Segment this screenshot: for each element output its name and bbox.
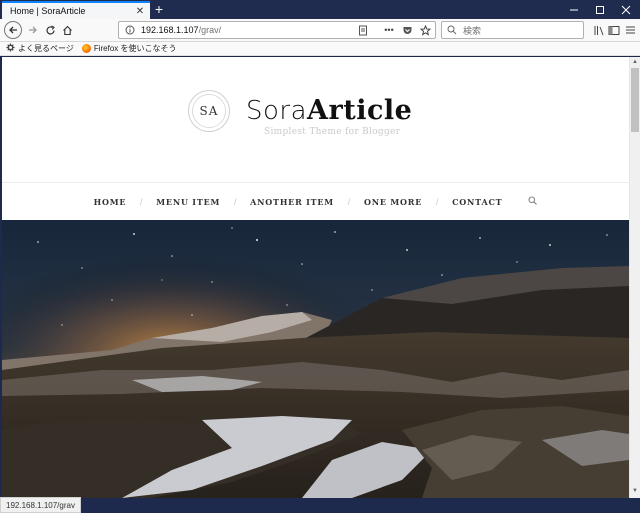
- site-name[interactable]: SoraArticle: [246, 95, 413, 127]
- page-scrollbar[interactable]: ▲ ▼: [629, 57, 640, 498]
- site-brand[interactable]: SA SoraArticle: [188, 90, 412, 132]
- menu-item-contact[interactable]: CONTACT: [452, 197, 502, 207]
- bookmark-most-visited[interactable]: よく見るページ: [6, 43, 74, 54]
- firefox-icon: [81, 44, 91, 53]
- url-path: /grav/: [198, 25, 222, 35]
- bookmark-label: Firefox を使いこなそう: [93, 44, 177, 53]
- url-host: 192.168.1.107: [141, 25, 199, 35]
- pocket-icon[interactable]: [399, 22, 415, 38]
- menu-separator: /: [435, 196, 439, 207]
- scroll-up-icon[interactable]: ▲: [630, 59, 640, 67]
- minimize-icon[interactable]: [561, 0, 587, 19]
- menu-item-one-more[interactable]: ONE MORE: [364, 197, 422, 207]
- menu-separator: /: [347, 196, 351, 207]
- forward-icon[interactable]: [25, 22, 41, 38]
- maximize-icon[interactable]: [587, 0, 613, 19]
- main-menu: HOME / MENU ITEM / ANOTHER ITEM / ONE MO…: [2, 182, 629, 220]
- menu-item-menu-item[interactable]: MENU ITEM: [156, 197, 220, 207]
- status-bar: 192.168.1.107/grav: [0, 497, 81, 513]
- menu-search-icon[interactable]: [528, 195, 538, 208]
- logo-text: SA: [199, 104, 219, 118]
- close-tab-icon[interactable]: ✕: [133, 4, 147, 18]
- library-icon[interactable]: [591, 22, 607, 38]
- search-placeholder: 検索: [463, 25, 482, 36]
- reader-view-icon[interactable]: [355, 22, 371, 38]
- menu-separator: /: [140, 196, 143, 207]
- site-name-bold: Article: [307, 95, 413, 126]
- navigation-toolbar: 192.168.1.107/grav/ ••• 検索: [0, 19, 640, 42]
- menu-icon[interactable]: [622, 22, 638, 38]
- menu-item-another-item[interactable]: ANOTHER ITEM: [250, 197, 334, 207]
- site-name-light: Sora: [246, 96, 308, 126]
- sidebar-icon[interactable]: [606, 22, 622, 38]
- scroll-down-icon[interactable]: ▼: [630, 488, 640, 496]
- page-actions-icon[interactable]: •••: [381, 22, 397, 38]
- browser-tab[interactable]: Home | SoraArticle ✕: [2, 1, 150, 19]
- menu-item-home[interactable]: HOME: [94, 197, 127, 207]
- reload-icon[interactable]: [42, 22, 58, 38]
- gear-icon: [6, 43, 15, 54]
- bookmarks-toolbar: よく見るページ Firefox を使いこなそう: [0, 42, 640, 56]
- menu-separator: /: [233, 196, 237, 207]
- window-close-icon[interactable]: [613, 0, 639, 19]
- hero-image: [2, 220, 629, 498]
- bookmark-label: よく見るページ: [18, 44, 74, 53]
- site-logo[interactable]: SA: [188, 90, 230, 132]
- search-bar[interactable]: 検索: [441, 21, 584, 39]
- tab-title: Home | SoraArticle: [10, 6, 86, 16]
- web-page: SA SoraArticle Simplest Theme for Blogge…: [2, 57, 629, 498]
- new-tab-icon[interactable]: +: [151, 2, 167, 18]
- bookmark-firefox-tips[interactable]: Firefox を使いこなそう: [81, 43, 177, 54]
- scroll-thumb[interactable]: [631, 68, 639, 132]
- home-icon[interactable]: [59, 22, 75, 38]
- address-bar[interactable]: 192.168.1.107/grav/ •••: [118, 21, 436, 39]
- url-text: 192.168.1.107/grav/: [141, 25, 355, 35]
- title-bar: Home | SoraArticle ✕ +: [0, 0, 640, 19]
- site-tagline: Simplest Theme for Blogger: [264, 127, 401, 137]
- back-icon[interactable]: [4, 21, 22, 39]
- search-icon: [444, 22, 460, 38]
- bookmark-star-icon[interactable]: [417, 22, 433, 38]
- info-icon[interactable]: [123, 23, 137, 37]
